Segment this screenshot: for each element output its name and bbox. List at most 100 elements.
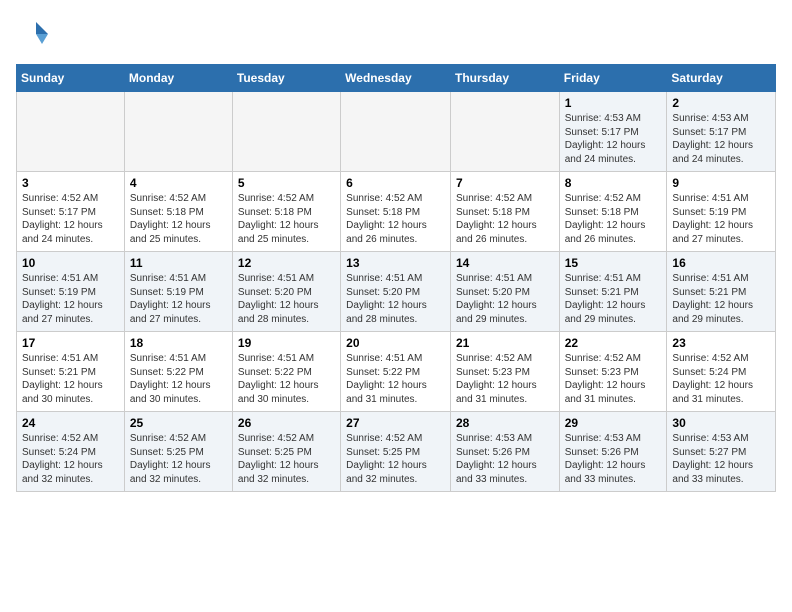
day-number: 5 — [238, 176, 335, 190]
day-info: Sunrise: 4:52 AM Sunset: 5:25 PM Dayligh… — [130, 432, 227, 486]
day-info: Sunrise: 4:52 AM Sunset: 5:18 PM Dayligh… — [456, 192, 554, 246]
day-info: Sunrise: 4:53 AM Sunset: 5:26 PM Dayligh… — [456, 432, 554, 486]
day-number: 30 — [672, 416, 770, 430]
day-info: Sunrise: 4:52 AM Sunset: 5:25 PM Dayligh… — [346, 432, 445, 486]
calendar-cell: 19 Sunrise: 4:51 AM Sunset: 5:22 PM Dayli… — [232, 332, 340, 412]
calendar-cell: 9 Sunrise: 4:51 AM Sunset: 5:19 PM Daylig… — [667, 172, 776, 252]
day-info: Sunrise: 4:52 AM Sunset: 5:18 PM Dayligh… — [565, 192, 662, 246]
week-row-4: 24 Sunrise: 4:52 AM Sunset: 5:24 PM Dayli… — [17, 412, 776, 492]
day-info: Sunrise: 4:51 AM Sunset: 5:20 PM Dayligh… — [456, 272, 554, 326]
day-info: Sunrise: 4:51 AM Sunset: 5:19 PM Dayligh… — [672, 192, 770, 246]
day-header-wednesday: Wednesday — [341, 65, 451, 92]
calendar-cell — [341, 92, 451, 172]
calendar-cell: 30 Sunrise: 4:53 AM Sunset: 5:27 PM Dayli… — [667, 412, 776, 492]
week-row-1: 3 Sunrise: 4:52 AM Sunset: 5:17 PM Daylig… — [17, 172, 776, 252]
day-number: 11 — [130, 256, 227, 270]
calendar-cell: 2 Sunrise: 4:53 AM Sunset: 5:17 PM Daylig… — [667, 92, 776, 172]
calendar-header: SundayMondayTuesdayWednesdayThursdayFrid… — [17, 65, 776, 92]
day-number: 3 — [22, 176, 119, 190]
day-info: Sunrise: 4:51 AM Sunset: 5:22 PM Dayligh… — [130, 352, 227, 406]
day-info: Sunrise: 4:52 AM Sunset: 5:23 PM Dayligh… — [565, 352, 662, 406]
day-info: Sunrise: 4:51 AM Sunset: 5:20 PM Dayligh… — [346, 272, 445, 326]
calendar-cell: 18 Sunrise: 4:51 AM Sunset: 5:22 PM Dayli… — [124, 332, 232, 412]
day-number: 7 — [456, 176, 554, 190]
calendar-cell: 1 Sunrise: 4:53 AM Sunset: 5:17 PM Daylig… — [559, 92, 667, 172]
day-number: 20 — [346, 336, 445, 350]
day-number: 14 — [456, 256, 554, 270]
calendar-cell: 27 Sunrise: 4:52 AM Sunset: 5:25 PM Dayli… — [341, 412, 451, 492]
calendar-cell: 24 Sunrise: 4:52 AM Sunset: 5:24 PM Dayli… — [17, 412, 125, 492]
day-info: Sunrise: 4:51 AM Sunset: 5:21 PM Dayligh… — [565, 272, 662, 326]
day-number: 2 — [672, 96, 770, 110]
day-number: 12 — [238, 256, 335, 270]
logo — [16, 16, 56, 52]
calendar-cell: 22Sunrise: 4:52 AM Sunset: 5:23 PM Dayli… — [559, 332, 667, 412]
day-info: Sunrise: 4:51 AM Sunset: 5:21 PM Dayligh… — [672, 272, 770, 326]
day-number: 28 — [456, 416, 554, 430]
calendar-cell: 6 Sunrise: 4:52 AM Sunset: 5:18 PM Daylig… — [341, 172, 451, 252]
calendar-cell — [17, 92, 125, 172]
day-number: 17 — [22, 336, 119, 350]
day-header-saturday: Saturday — [667, 65, 776, 92]
day-info: Sunrise: 4:52 AM Sunset: 5:18 PM Dayligh… — [238, 192, 335, 246]
day-info: Sunrise: 4:52 AM Sunset: 5:17 PM Dayligh… — [22, 192, 119, 246]
day-info: Sunrise: 4:51 AM Sunset: 5:22 PM Dayligh… — [238, 352, 335, 406]
calendar-cell: 15Sunrise: 4:51 AM Sunset: 5:21 PM Dayli… — [559, 252, 667, 332]
calendar-cell: 21 Sunrise: 4:52 AM Sunset: 5:23 PM Dayli… — [450, 332, 559, 412]
day-number: 4 — [130, 176, 227, 190]
calendar-cell: 20 Sunrise: 4:51 AM Sunset: 5:22 PM Dayli… — [341, 332, 451, 412]
day-info: Sunrise: 4:51 AM Sunset: 5:20 PM Dayligh… — [238, 272, 335, 326]
logo-icon — [16, 16, 52, 52]
day-number: 1 — [565, 96, 662, 110]
day-header-monday: Monday — [124, 65, 232, 92]
day-number: 8 — [565, 176, 662, 190]
day-info: Sunrise: 4:51 AM Sunset: 5:19 PM Dayligh… — [22, 272, 119, 326]
calendar-cell: 28 Sunrise: 4:53 AM Sunset: 5:26 PM Dayli… — [450, 412, 559, 492]
day-number: 18 — [130, 336, 227, 350]
calendar-cell: 8 Sunrise: 4:52 AM Sunset: 5:18 PM Daylig… — [559, 172, 667, 252]
day-info: Sunrise: 4:52 AM Sunset: 5:24 PM Dayligh… — [22, 432, 119, 486]
day-info: Sunrise: 4:51 AM Sunset: 5:19 PM Dayligh… — [130, 272, 227, 326]
calendar-cell: 29 Sunrise: 4:53 AM Sunset: 5:26 PM Dayli… — [559, 412, 667, 492]
day-number: 6 — [346, 176, 445, 190]
day-number: 21 — [456, 336, 554, 350]
day-info: Sunrise: 4:51 AM Sunset: 5:22 PM Dayligh… — [346, 352, 445, 406]
day-number: 25 — [130, 416, 227, 430]
day-info: Sunrise: 4:53 AM Sunset: 5:26 PM Dayligh… — [565, 432, 662, 486]
day-info: Sunrise: 4:51 AM Sunset: 5:21 PM Dayligh… — [22, 352, 119, 406]
calendar-cell: 16 Sunrise: 4:51 AM Sunset: 5:21 PM Dayli… — [667, 252, 776, 332]
calendar-cell — [124, 92, 232, 172]
calendar-cell: 23Sunrise: 4:52 AM Sunset: 5:24 PM Dayli… — [667, 332, 776, 412]
day-info: Sunrise: 4:52 AM Sunset: 5:18 PM Dayligh… — [346, 192, 445, 246]
day-number: 10 — [22, 256, 119, 270]
day-number: 24 — [22, 416, 119, 430]
day-header-friday: Friday — [559, 65, 667, 92]
page-header — [16, 16, 776, 52]
calendar-body: 1 Sunrise: 4:53 AM Sunset: 5:17 PM Daylig… — [17, 92, 776, 492]
day-number: 27 — [346, 416, 445, 430]
calendar-cell: 13 Sunrise: 4:51 AM Sunset: 5:20 PM Dayli… — [341, 252, 451, 332]
calendar-cell: 11 Sunrise: 4:51 AM Sunset: 5:19 PM Dayli… — [124, 252, 232, 332]
calendar-cell: 7 Sunrise: 4:52 AM Sunset: 5:18 PM Daylig… — [450, 172, 559, 252]
day-number: 13 — [346, 256, 445, 270]
calendar-cell: 10 Sunrise: 4:51 AM Sunset: 5:19 PM Dayli… — [17, 252, 125, 332]
day-header-sunday: Sunday — [17, 65, 125, 92]
day-number: 16 — [672, 256, 770, 270]
day-info: Sunrise: 4:52 AM Sunset: 5:23 PM Dayligh… — [456, 352, 554, 406]
calendar-cell: 26Sunrise: 4:52 AM Sunset: 5:25 PM Dayli… — [232, 412, 340, 492]
day-info: Sunrise: 4:52 AM Sunset: 5:24 PM Dayligh… — [672, 352, 770, 406]
day-info: Sunrise: 4:52 AM Sunset: 5:25 PM Dayligh… — [238, 432, 335, 486]
day-info: Sunrise: 4:53 AM Sunset: 5:17 PM Dayligh… — [565, 112, 662, 166]
header-row: SundayMondayTuesdayWednesdayThursdayFrid… — [17, 65, 776, 92]
day-number: 9 — [672, 176, 770, 190]
calendar-cell: 14 Sunrise: 4:51 AM Sunset: 5:20 PM Dayli… — [450, 252, 559, 332]
calendar-table: SundayMondayTuesdayWednesdayThursdayFrid… — [16, 64, 776, 492]
day-info: Sunrise: 4:53 AM Sunset: 5:27 PM Dayligh… — [672, 432, 770, 486]
day-header-tuesday: Tuesday — [232, 65, 340, 92]
day-number: 19 — [238, 336, 335, 350]
day-info: Sunrise: 4:53 AM Sunset: 5:17 PM Dayligh… — [672, 112, 770, 166]
week-row-0: 1 Sunrise: 4:53 AM Sunset: 5:17 PM Daylig… — [17, 92, 776, 172]
calendar-cell: 5 Sunrise: 4:52 AM Sunset: 5:18 PM Daylig… — [232, 172, 340, 252]
day-number: 29 — [565, 416, 662, 430]
calendar-cell: 25 Sunrise: 4:52 AM Sunset: 5:25 PM Dayli… — [124, 412, 232, 492]
